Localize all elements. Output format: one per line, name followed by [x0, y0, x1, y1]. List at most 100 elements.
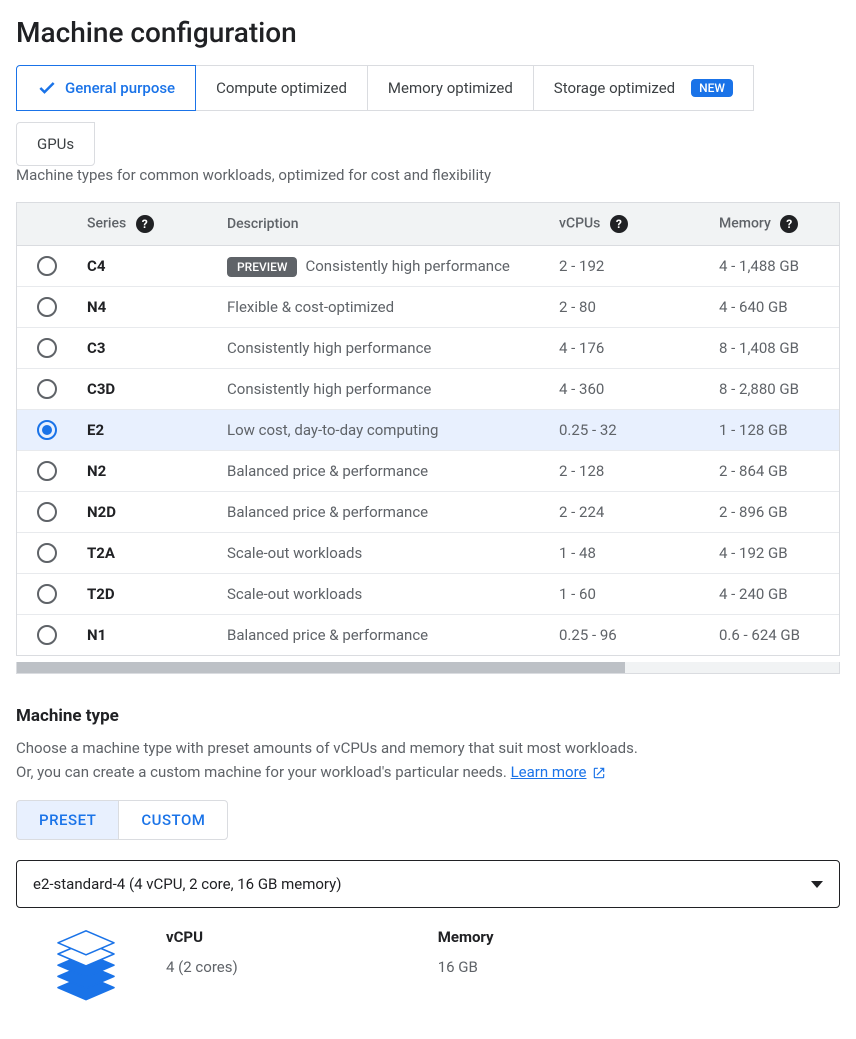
help-icon[interactable]: ?	[610, 215, 628, 233]
series-description: Scale-out workloads	[217, 533, 549, 574]
col-description[interactable]: Description	[217, 203, 549, 246]
custom-button[interactable]: CUSTOM	[118, 800, 228, 840]
memory-value: 16 GB	[438, 958, 494, 976]
memory-label: Memory	[438, 928, 494, 946]
spec-memory: Memory 16 GB	[438, 928, 494, 976]
series-memory: 0.6 - 624 GB	[709, 615, 839, 656]
series-name: N4	[77, 287, 217, 328]
radio-icon[interactable]	[37, 584, 57, 604]
external-link-icon	[592, 766, 606, 780]
radio-icon[interactable]	[37, 297, 57, 317]
category-tabs: General purpose Compute optimized Memory…	[16, 65, 840, 111]
scrollbar-thumb[interactable]	[17, 662, 625, 673]
series-description: Consistently high performance	[217, 369, 549, 410]
radio-cell[interactable]	[17, 369, 77, 410]
tab-gpus[interactable]: GPUs	[16, 122, 95, 166]
series-description: Low cost, day-to-day computing	[217, 410, 549, 451]
series-memory: 4 - 240 GB	[709, 574, 839, 615]
horizontal-scrollbar[interactable]	[16, 662, 840, 674]
chevron-down-icon	[811, 881, 823, 888]
tab-label: Storage optimized	[554, 79, 675, 97]
tab-label: General purpose	[65, 79, 175, 97]
select-value: e2-standard-4 (4 vCPU, 2 core, 16 GB mem…	[33, 875, 341, 893]
series-vcpus: 1 - 60	[549, 574, 709, 615]
radio-icon[interactable]	[37, 502, 57, 522]
radio-cell[interactable]	[17, 246, 77, 287]
series-memory: 4 - 640 GB	[709, 287, 839, 328]
help-icon[interactable]: ?	[136, 215, 154, 233]
preset-button[interactable]: PRESET	[16, 800, 119, 840]
series-vcpus: 0.25 - 96	[549, 615, 709, 656]
layers-icon	[46, 926, 126, 1006]
radio-icon[interactable]	[37, 379, 57, 399]
radio-cell[interactable]	[17, 328, 77, 369]
col-series[interactable]: Series ?	[77, 203, 217, 246]
tab-general-purpose[interactable]: General purpose	[16, 65, 196, 111]
radio-cell[interactable]	[17, 287, 77, 328]
vcpu-label: vCPU	[166, 928, 238, 946]
new-badge: NEW	[691, 79, 733, 97]
table-row[interactable]: T2DScale-out workloads1 - 604 - 240 GB	[17, 574, 839, 615]
table-row[interactable]: T2AScale-out workloads1 - 484 - 192 GB	[17, 533, 839, 574]
series-name: N1	[77, 615, 217, 656]
vcpu-value: 4 (2 cores)	[166, 958, 238, 976]
radio-icon[interactable]	[37, 625, 57, 645]
series-description: Balanced price & performance	[217, 615, 549, 656]
table-row[interactable]: N2Balanced price & performance2 - 1282 -…	[17, 451, 839, 492]
tab-storage-optimized[interactable]: Storage optimized NEW	[533, 65, 754, 111]
table-row[interactable]: C3Consistently high performance4 - 1768 …	[17, 328, 839, 369]
series-memory: 8 - 1,408 GB	[709, 328, 839, 369]
machine-spec-row: vCPU 4 (2 cores) Memory 16 GB	[16, 926, 840, 1006]
series-name: E2	[77, 410, 217, 451]
tab-compute-optimized[interactable]: Compute optimized	[195, 65, 368, 111]
tab-label: Compute optimized	[216, 79, 347, 97]
table-row[interactable]: C4PREVIEWConsistently high performance2 …	[17, 246, 839, 287]
radio-cell[interactable]	[17, 451, 77, 492]
series-vcpus: 2 - 128	[549, 451, 709, 492]
table-row[interactable]: E2Low cost, day-to-day computing0.25 - 3…	[17, 410, 839, 451]
series-vcpus: 2 - 192	[549, 246, 709, 287]
spec-vcpu: vCPU 4 (2 cores)	[166, 928, 238, 976]
series-vcpus: 2 - 224	[549, 492, 709, 533]
series-memory: 2 - 864 GB	[709, 451, 839, 492]
table-row[interactable]: N2DBalanced price & performance2 - 2242 …	[17, 492, 839, 533]
series-memory: 4 - 1,488 GB	[709, 246, 839, 287]
radio-cell[interactable]	[17, 492, 77, 533]
radio-cell[interactable]	[17, 574, 77, 615]
series-name: N2	[77, 451, 217, 492]
series-name: C4	[77, 246, 217, 287]
series-description: Flexible & cost-optimized	[217, 287, 549, 328]
series-name: C3	[77, 328, 217, 369]
radio-icon[interactable]	[37, 461, 57, 481]
learn-more-link[interactable]: Learn more	[511, 763, 587, 781]
series-name: N2D	[77, 492, 217, 533]
col-memory[interactable]: Memory ?	[709, 203, 839, 246]
col-vcpus[interactable]: vCPUs ?	[549, 203, 709, 246]
radio-icon[interactable]	[37, 256, 57, 276]
series-name: C3D	[77, 369, 217, 410]
preview-badge: PREVIEW	[227, 257, 297, 277]
page-title: Machine configuration	[16, 16, 840, 49]
series-description: PREVIEWConsistently high performance	[217, 246, 549, 287]
table-row[interactable]: C3DConsistently high performance4 - 3608…	[17, 369, 839, 410]
machine-type-select[interactable]: e2-standard-4 (4 vCPU, 2 core, 16 GB mem…	[16, 860, 840, 908]
machine-type-heading: Machine type	[16, 706, 840, 726]
tab-label: GPUs	[37, 135, 74, 153]
radio-cell[interactable]	[17, 410, 77, 451]
radio-icon[interactable]	[37, 338, 57, 358]
radio-cell[interactable]	[17, 533, 77, 574]
tab-memory-optimized[interactable]: Memory optimized	[367, 65, 534, 111]
table-row[interactable]: N4Flexible & cost-optimized2 - 804 - 640…	[17, 287, 839, 328]
check-icon	[37, 78, 57, 98]
help-icon[interactable]: ?	[780, 215, 798, 233]
radio-cell[interactable]	[17, 615, 77, 656]
series-description: Balanced price & performance	[217, 492, 549, 533]
radio-icon[interactable]	[37, 420, 57, 440]
machine-type-description: Choose a machine type with preset amount…	[16, 736, 840, 784]
radio-icon[interactable]	[37, 543, 57, 563]
series-vcpus: 1 - 48	[549, 533, 709, 574]
col-radio	[17, 203, 77, 246]
table-row[interactable]: N1Balanced price & performance0.25 - 960…	[17, 615, 839, 656]
tab-label: Memory optimized	[388, 79, 513, 97]
category-tabs-row2: GPUs	[16, 122, 840, 166]
